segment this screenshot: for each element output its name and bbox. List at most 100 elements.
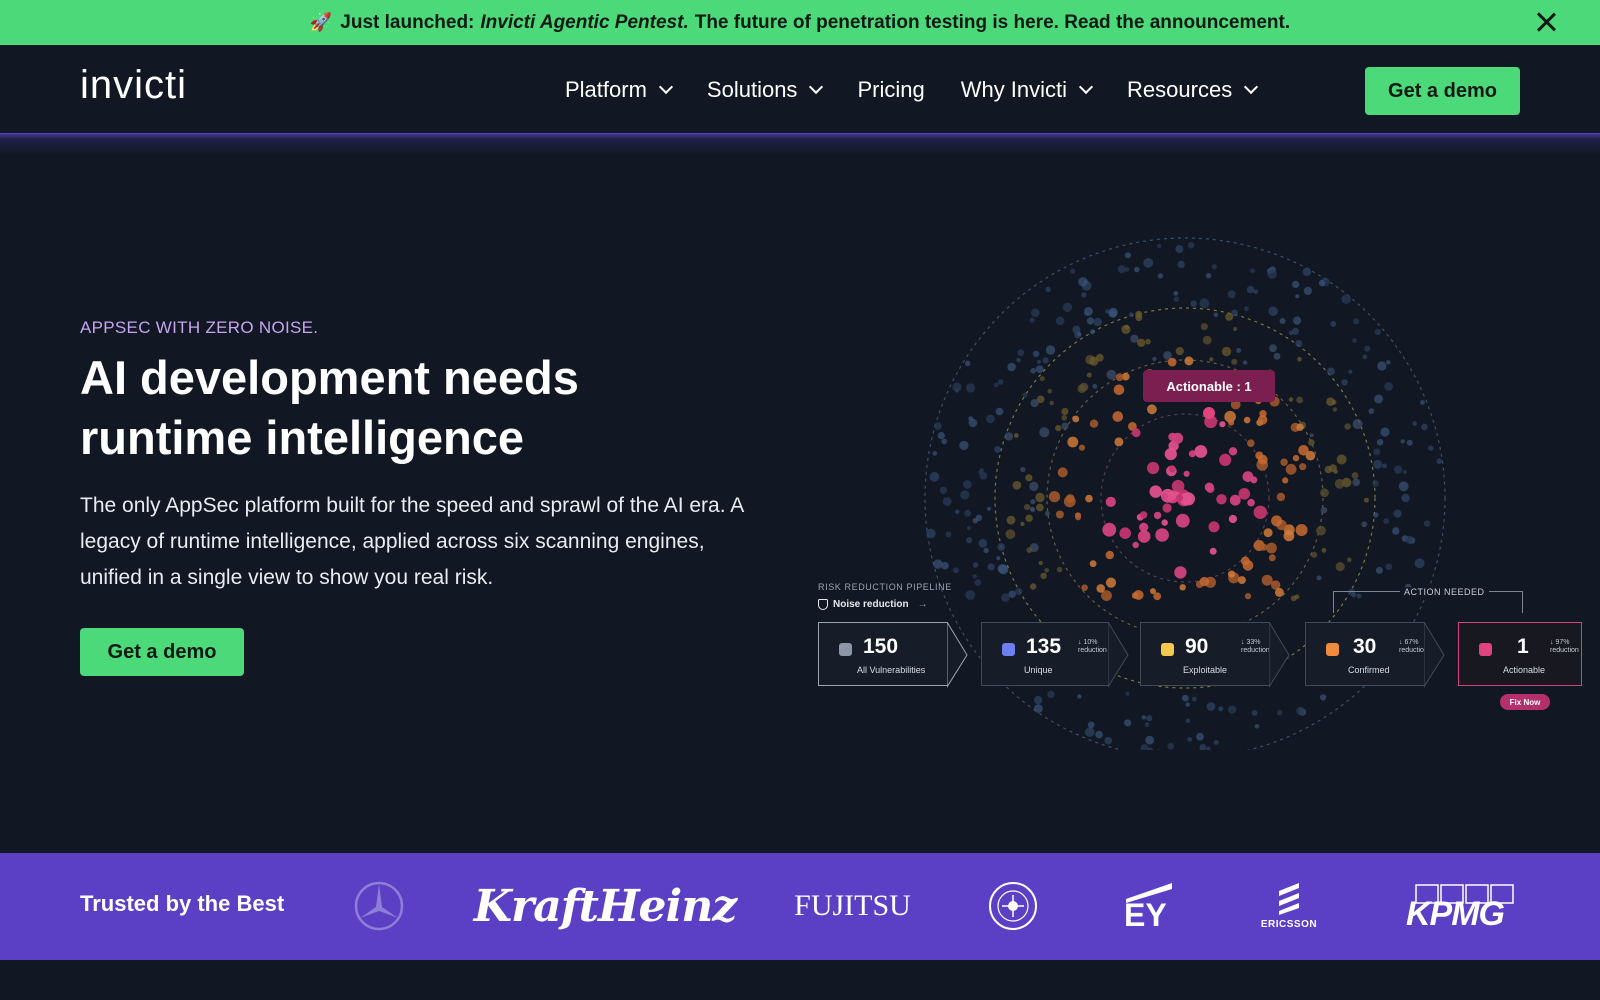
- vulnerability-dot: [1176, 494, 1184, 502]
- vulnerability-dot: [959, 440, 969, 451]
- vulnerability-dot: [1282, 477, 1289, 484]
- vulnerability-dot: [1213, 740, 1219, 745]
- stage-arrow: [1269, 622, 1290, 688]
- announcement-bar[interactable]: 🚀 Just launched: Invicti Agentic Pentest…: [0, 0, 1600, 45]
- nav-item-resources[interactable]: Resources: [1127, 77, 1259, 103]
- reduction-percent: ↓ 10%: [1078, 639, 1098, 646]
- vulnerability-dot: [1016, 357, 1021, 363]
- vulnerability-dot: [1373, 459, 1383, 469]
- vulnerability-dot: [1005, 529, 1016, 540]
- vulnerability-dot: [1171, 479, 1185, 493]
- vulnerability-dot: [1173, 296, 1180, 302]
- vulnerability-dot: [1383, 518, 1389, 524]
- vulnerability-dot: [1260, 543, 1268, 551]
- vulnerability-dot: [929, 471, 940, 482]
- vulnerability-dot: [1308, 439, 1315, 446]
- vulnerability-dot: [972, 518, 978, 524]
- vulnerability-dot: [1086, 317, 1095, 325]
- vulnerability-dot: [1253, 505, 1267, 519]
- fix-now-button[interactable]: Fix Now: [1500, 694, 1550, 710]
- invicti-logo[interactable]: invicti: [80, 63, 187, 108]
- vulnerability-dot: [979, 472, 988, 480]
- vulnerability-dot: [1096, 584, 1105, 593]
- vulnerability-dot: [966, 537, 973, 544]
- vulnerability-dot: [1280, 458, 1288, 466]
- hero-title-line1: AI development needs: [80, 351, 579, 404]
- vulnerability-dot: [1177, 260, 1185, 269]
- vulnerability-dot: [1269, 344, 1277, 353]
- vulnerability-dot: [1036, 359, 1042, 364]
- nav-item-why-invicti[interactable]: Why Invicti: [961, 77, 1094, 103]
- vulnerability-dot: [1024, 504, 1031, 511]
- hero-get-demo-button[interactable]: Get a demo: [80, 628, 244, 676]
- vulnerability-dot: [1172, 432, 1184, 444]
- vulnerability-dot: [1242, 471, 1254, 482]
- nav-get-demo-button[interactable]: Get a demo: [1365, 67, 1520, 115]
- vulnerability-dot: [1187, 737, 1192, 742]
- vulnerability-dot: [1302, 267, 1312, 277]
- faa-seal-logo: [988, 881, 1038, 931]
- nav-item-platform[interactable]: Platform: [565, 77, 673, 103]
- ericsson-logo-text: ERICSSON: [1260, 918, 1318, 930]
- stage-icon: [1161, 643, 1174, 656]
- vulnerability-dot: [1038, 561, 1043, 565]
- chevron-down-icon: [658, 79, 673, 95]
- vulnerability-dot: [1167, 742, 1175, 750]
- vulnerability-dot: [1089, 560, 1097, 568]
- vulnerability-dot: [1077, 332, 1082, 337]
- stage-icon: [1479, 643, 1492, 656]
- vulnerability-dot: [1112, 411, 1124, 422]
- vulnerability-dot: [1137, 530, 1151, 543]
- vulnerability-dot: [1174, 566, 1187, 579]
- vulnerability-dot: [1412, 421, 1417, 426]
- vulnerability-dot: [1085, 494, 1093, 503]
- hero-eyebrow: APPSEC WITH ZERO NOISE.: [80, 318, 319, 337]
- reduction-percent: ↓ 97%: [1550, 639, 1570, 646]
- vulnerability-dot: [1012, 481, 1022, 490]
- vulnerability-dot: [1128, 312, 1134, 318]
- nav-item-label: Platform: [565, 77, 647, 102]
- announcement-product[interactable]: Invicti Agentic Pentest.: [480, 12, 688, 34]
- stage-label: All Vulnerabilities: [857, 665, 926, 675]
- vulnerability-dot: [1057, 467, 1068, 478]
- vulnerability-dot: [1219, 421, 1226, 428]
- close-icon[interactable]: [1534, 10, 1558, 34]
- kraftheinz-logo: KraftHeinz: [473, 880, 737, 932]
- vulnerability-dot: [1380, 427, 1390, 437]
- vulnerability-dot: [1047, 388, 1052, 394]
- vulnerability-dot: [1124, 719, 1132, 727]
- vulnerability-dot: [997, 543, 1006, 551]
- vulnerability-dot: [1372, 480, 1379, 487]
- reduction-percent: ↓ 67%: [1399, 639, 1419, 646]
- vulnerability-dot: [1087, 721, 1095, 729]
- vulnerability-dot: [1393, 465, 1403, 474]
- stage-count: 90: [1185, 635, 1209, 658]
- vulnerability-dot: [1045, 345, 1056, 355]
- announcement-text[interactable]: The future of penetration testing is her…: [695, 12, 1290, 34]
- nav-item-pricing[interactable]: Pricing: [857, 77, 924, 103]
- vulnerability-dot: [1008, 590, 1016, 598]
- vulnerability-dot: [1185, 702, 1190, 707]
- hero-description: The only AppSec platform built for the s…: [80, 494, 744, 589]
- kpmg-logo: KPMG: [1404, 883, 1514, 933]
- vulnerability-dot: [1341, 294, 1351, 304]
- vulnerability-dot: [1157, 273, 1164, 279]
- vulnerability-dot: [1267, 269, 1277, 279]
- vulnerability-dot: [1382, 463, 1387, 469]
- stage-count: 30: [1353, 635, 1377, 658]
- noise-reduction-link[interactable]: Noise reduction →: [818, 599, 928, 610]
- vulnerability-dot: [1320, 488, 1329, 498]
- vulnerability-dot: [1146, 715, 1153, 722]
- vulnerability-dot: [1202, 335, 1212, 345]
- vulnerability-dot: [1196, 732, 1204, 741]
- nav-item-solutions[interactable]: Solutions: [707, 77, 824, 103]
- vulnerability-dot: [1326, 367, 1335, 376]
- vulnerability-dot: [1081, 584, 1088, 591]
- vulnerability-dot: [1029, 583, 1037, 590]
- vulnerability-dot: [1040, 572, 1047, 580]
- vulnerability-dot: [1206, 746, 1211, 750]
- vulnerability-dot: [1295, 294, 1300, 299]
- vulnerability-dot: [1039, 376, 1045, 382]
- vulnerability-dot: [1320, 694, 1327, 701]
- nav-item-label: Pricing: [857, 77, 925, 102]
